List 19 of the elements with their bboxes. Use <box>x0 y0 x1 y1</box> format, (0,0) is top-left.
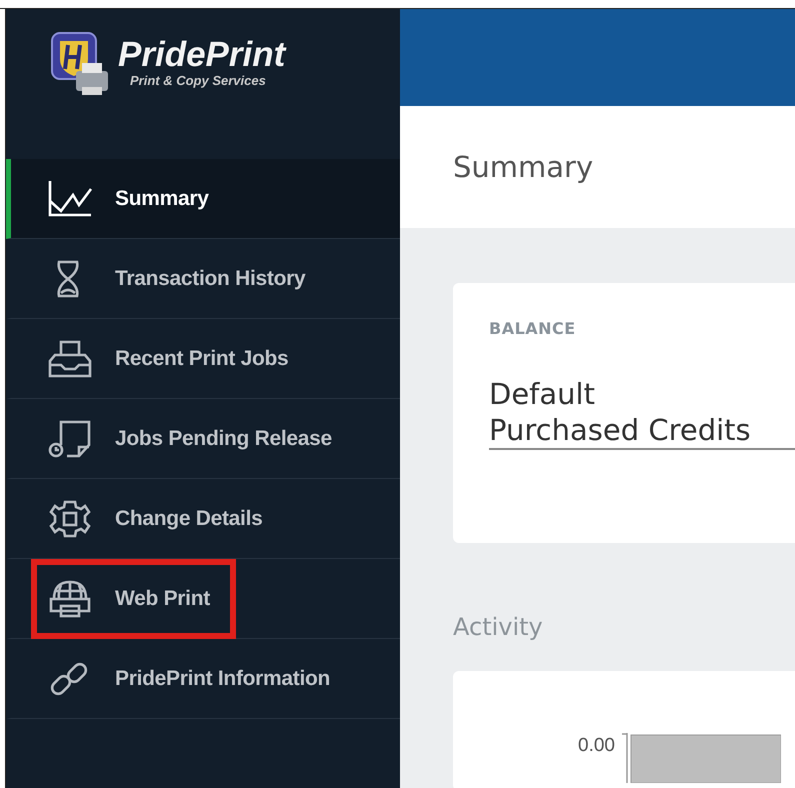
sidebar-item[interactable]: Summary <box>6 159 400 239</box>
axis-tick-label: 0.00 <box>578 735 615 757</box>
sidebar-item[interactable]: Transaction History <box>6 239 400 319</box>
sidebar-item[interactable]: Recent Print Jobs <box>6 319 400 399</box>
account-name: Default <box>489 376 596 412</box>
line-chart-icon <box>47 178 93 218</box>
logo-subtitle: Print & Copy Services <box>130 73 267 88</box>
section-heading: Activity <box>453 613 544 641</box>
gear-icon <box>47 498 93 538</box>
globe-printer-icon <box>47 578 93 618</box>
sidebar-item[interactable]: Jobs Pending Release <box>6 399 400 479</box>
balance-value: Purchased Credits <box>489 412 795 450</box>
logo-title: PridePrint <box>118 37 286 73</box>
sidebar-item[interactable]: Web Print <box>6 559 400 639</box>
balance-heading: BALANCE <box>489 319 577 338</box>
page-title: Summary <box>453 150 594 184</box>
document-clock-icon <box>47 418 93 458</box>
inbox-tray-icon <box>47 338 93 378</box>
sidebar-item[interactable]: Change Details <box>6 479 400 559</box>
